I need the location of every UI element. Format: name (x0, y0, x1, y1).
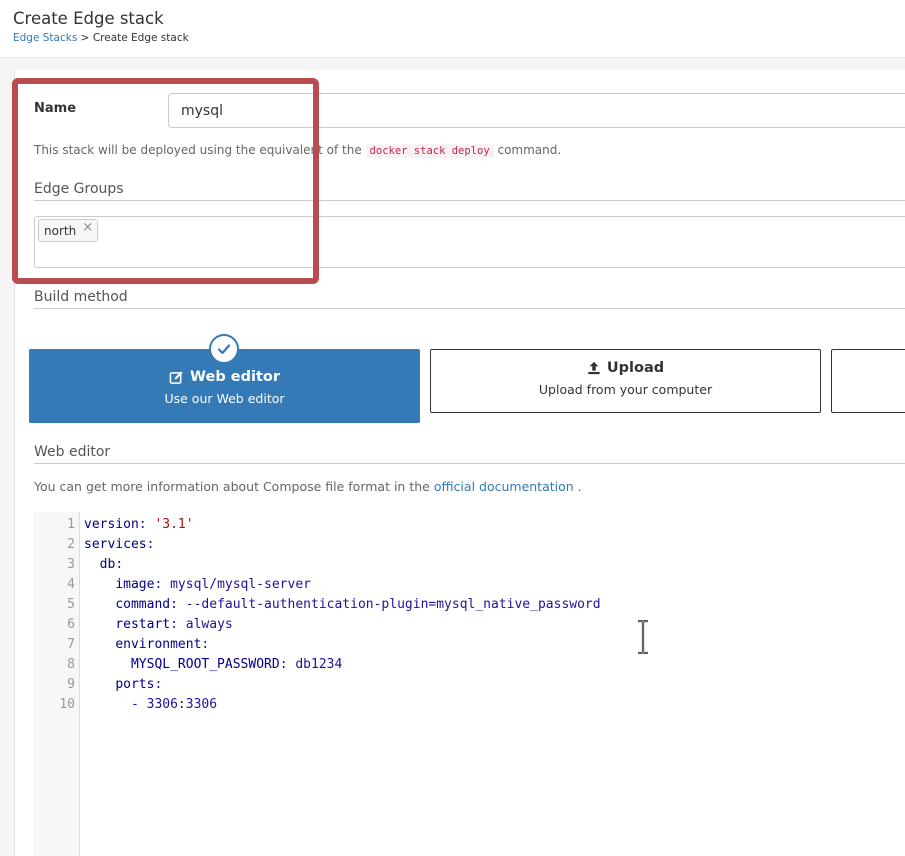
highlight-annotation (12, 78, 319, 284)
line-number: 1 (67, 517, 75, 532)
official-documentation-link[interactable]: official documentation (434, 479, 574, 494)
line-number: 8 (67, 657, 75, 672)
text-cursor-icon (638, 620, 648, 654)
code-line: services: (84, 537, 155, 552)
code-line: command: --default-authentication-plugin… (115, 597, 601, 612)
line-number-gutter: 1 2 3 4 5 6 7 8 9 10 (34, 512, 80, 856)
web-editor-subtitle: Use our Web editor (164, 391, 285, 406)
code-line: - 3306:3306 (84, 697, 218, 712)
breadcrumb: Edge Stacks > Create Edge stack (13, 32, 189, 44)
compose-hint: You can get more information about Compo… (34, 479, 582, 494)
code-line: image: mysql/mysql-server (115, 577, 311, 592)
web-editor-divider (34, 463, 905, 464)
code-line: restart: always (115, 617, 233, 632)
compose-hint-prefix: You can get more information about Compo… (34, 479, 430, 494)
web-editor-section-title: Web editor (34, 444, 111, 460)
breadcrumb-link-edge-stacks[interactable]: Edge Stacks (13, 32, 77, 44)
compose-hint-suffix: . (577, 479, 582, 494)
code-line: ports: (115, 677, 163, 692)
selected-check-icon (209, 334, 239, 364)
page-title: Create Edge stack (13, 9, 164, 28)
edit-icon (169, 370, 183, 384)
line-number: 7 (67, 637, 75, 652)
build-method-title: Build method (34, 289, 128, 305)
code-line: version: '3.1' (84, 517, 194, 532)
build-method-upload[interactable]: Upload Upload from your computer (430, 349, 821, 413)
upload-icon (588, 361, 600, 375)
line-number: 5 (67, 597, 75, 612)
web-editor-title: Web editor (190, 369, 280, 385)
code-editor[interactable]: 1 2 3 4 5 6 7 8 9 10 version: '3.1' services: db: … (34, 512, 905, 856)
line-number: 9 (67, 677, 75, 692)
code-line: environment: (115, 637, 210, 652)
build-method-repository[interactable] (831, 349, 905, 413)
code-line: db: (99, 557, 124, 572)
deploy-hint-suffix: command. (497, 143, 562, 157)
upload-subtitle: Upload from your computer (538, 382, 713, 397)
deploy-hint-code: docker stack deploy (365, 144, 494, 158)
line-number: 4 (67, 577, 75, 592)
page-header: Create Edge stack Edge Stacks > Create E… (0, 0, 905, 58)
code-line: MYSQL_ROOT_PASSWORD: db1234 (130, 657, 343, 672)
line-number: 3 (67, 557, 75, 572)
breadcrumb-separator: > (80, 32, 90, 44)
breadcrumb-current: Create Edge stack (92, 32, 189, 44)
line-number: 2 (67, 537, 75, 552)
upload-title: Upload (606, 360, 665, 376)
build-method-divider (34, 308, 905, 309)
line-number: 10 (59, 697, 75, 712)
line-number: 6 (67, 617, 75, 632)
